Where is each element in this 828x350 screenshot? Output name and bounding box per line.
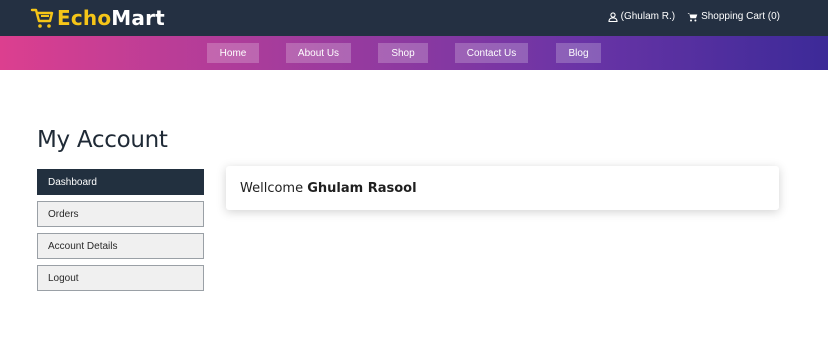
brand-name-part1: Echo xyxy=(57,6,112,30)
cart-icon xyxy=(687,12,698,21)
user-account-link[interactable]: (Ghulam R.) xyxy=(608,11,675,22)
sidebar-item-orders[interactable]: Orders xyxy=(37,201,204,227)
nav-contact-us[interactable]: Contact Us xyxy=(455,43,528,63)
welcome-card: Wellcome Ghulam Rasool xyxy=(226,166,779,210)
shopping-cart-link[interactable]: Shopping Cart (0) xyxy=(687,11,780,22)
brand-name-part2: Mart xyxy=(111,6,165,30)
page-title: My Account xyxy=(37,127,168,153)
header-actions: (Ghulam R.) Shopping Cart (0) xyxy=(608,11,780,22)
shopping-cart-label: Shopping Cart (0) xyxy=(701,11,780,22)
nav-home[interactable]: Home xyxy=(207,43,259,63)
brand-logo[interactable]: EchoMart xyxy=(30,7,165,29)
sidebar-item-logout[interactable]: Logout xyxy=(37,265,204,291)
cart-logo-icon xyxy=(30,8,54,28)
top-bar: EchoMart (Ghulam R.) Shopping Cart (0) xyxy=(0,0,828,36)
sidebar-item-dashboard[interactable]: Dashboard xyxy=(37,169,204,195)
welcome-user-name: Ghulam Rasool xyxy=(307,180,417,196)
nav-shop[interactable]: Shop xyxy=(378,43,428,63)
sidebar-item-account-details[interactable]: Account Details xyxy=(37,233,204,259)
welcome-message: Wellcome Ghulam Rasool xyxy=(240,181,417,196)
user-name-label: (Ghulam R.) xyxy=(620,11,676,22)
welcome-prefix: Wellcome xyxy=(240,180,308,196)
nav-blog[interactable]: Blog xyxy=(556,43,601,63)
nav-about-us[interactable]: About Us xyxy=(286,43,351,63)
main-nav: Home About Us Shop Contact Us Blog xyxy=(0,36,828,70)
user-icon xyxy=(608,11,618,22)
